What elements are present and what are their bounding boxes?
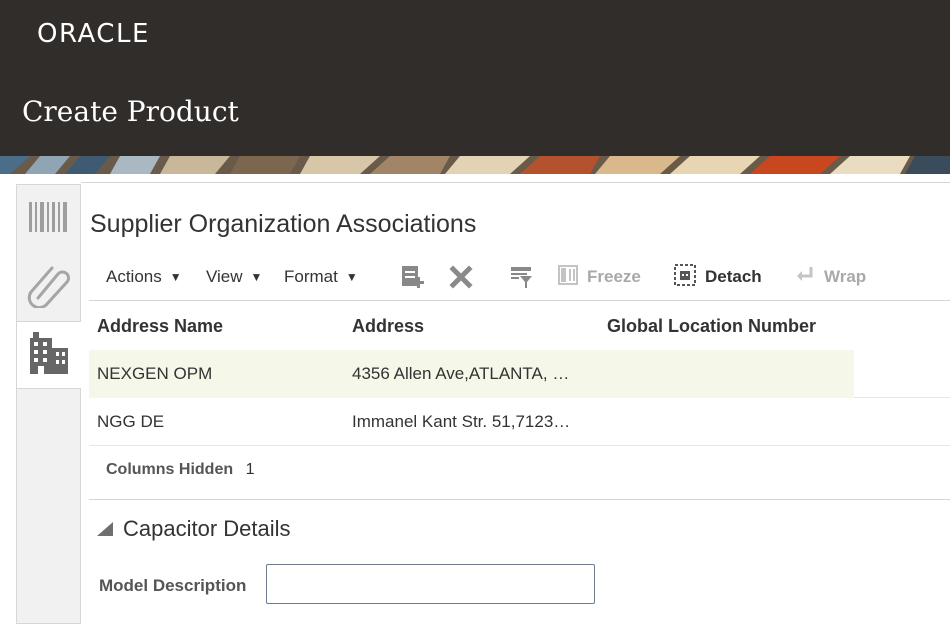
column-header-address[interactable]: Address <box>344 302 599 350</box>
wrap-button[interactable]: Wrap <box>794 265 866 289</box>
freeze-button[interactable]: Freeze <box>557 264 641 291</box>
columns-hidden-status: Columns Hidden 1 <box>106 458 254 482</box>
section-divider <box>89 499 950 500</box>
decorative-banner <box>0 156 950 174</box>
section-title: Supplier Organization Associations <box>90 210 477 238</box>
columns-hidden-count: 1 <box>245 461 255 478</box>
capacitor-details-title: Capacitor Details <box>123 516 291 541</box>
cell-address-name: NGG DE <box>97 412 165 431</box>
table-header: Address Name Address Global Location Num… <box>89 302 950 350</box>
column-header-global-location-number[interactable]: Global Location Number <box>599 302 854 350</box>
tab-organizations[interactable] <box>17 321 81 389</box>
view-label: View <box>206 267 243 286</box>
columns-hidden-label: Columns Hidden <box>106 461 234 478</box>
freeze-label: Freeze <box>587 267 641 286</box>
column-header-address-name[interactable]: Address Name <box>89 302 344 350</box>
table-row[interactable]: NGG DE Immanel Kant Str. 51,7123… <box>89 398 950 446</box>
app-header: ORACLE Create Product <box>0 0 950 156</box>
model-description-input[interactable] <box>266 564 595 604</box>
collapse-triangle-icon[interactable] <box>97 522 113 536</box>
toolbar-divider <box>89 300 950 301</box>
cell-address: Immanel Kant Str. 51,7123… <box>352 412 571 431</box>
actions-menu[interactable]: Actions ▼ <box>106 265 182 289</box>
wrap-icon <box>794 264 816 291</box>
tab-barcode[interactable] <box>17 185 80 253</box>
query-by-example-icon[interactable] <box>507 263 535 291</box>
delete-icon[interactable] <box>447 263 475 291</box>
cell-address: 4356 Allen Ave,ATLANTA, … <box>352 364 570 383</box>
detach-label: Detach <box>705 267 762 286</box>
view-menu[interactable]: View ▼ <box>206 265 262 289</box>
table-row[interactable]: NEXGEN OPM 4356 Allen Ave,ATLANTA, … <box>89 350 950 398</box>
building-icon <box>26 330 72 381</box>
tab-attachments[interactable] <box>17 253 80 321</box>
barcode-icon <box>27 200 71 239</box>
table-toolbar: Actions ▼ View ▼ Format ▼ Freeze Detach … <box>81 259 950 297</box>
vertical-tab-strip <box>16 184 81 624</box>
paperclip-icon <box>26 262 72 313</box>
detach-icon <box>673 263 697 292</box>
capacitor-details-header[interactable]: Capacitor Details <box>97 513 291 545</box>
caret-down-icon: ▼ <box>169 270 182 284</box>
freeze-icon <box>557 264 579 291</box>
cell-address-name: NEXGEN OPM <box>97 364 213 383</box>
caret-down-icon: ▼ <box>345 270 358 284</box>
main-panel: Supplier Organization Associations Actio… <box>81 182 950 634</box>
format-label: Format <box>284 267 338 286</box>
format-menu[interactable]: Format ▼ <box>284 265 358 289</box>
model-description-label: Model Description <box>99 576 247 595</box>
cell-global-location-number <box>599 350 854 398</box>
cell-global-location-number <box>599 398 854 446</box>
oracle-logo[interactable]: ORACLE <box>37 16 150 52</box>
wrap-label: Wrap <box>824 267 867 286</box>
add-row-icon[interactable] <box>399 263 427 291</box>
page-title: Create Product <box>22 95 239 128</box>
actions-label: Actions <box>106 267 162 286</box>
caret-down-icon: ▼ <box>250 270 263 284</box>
detach-button[interactable]: Detach <box>673 263 762 292</box>
